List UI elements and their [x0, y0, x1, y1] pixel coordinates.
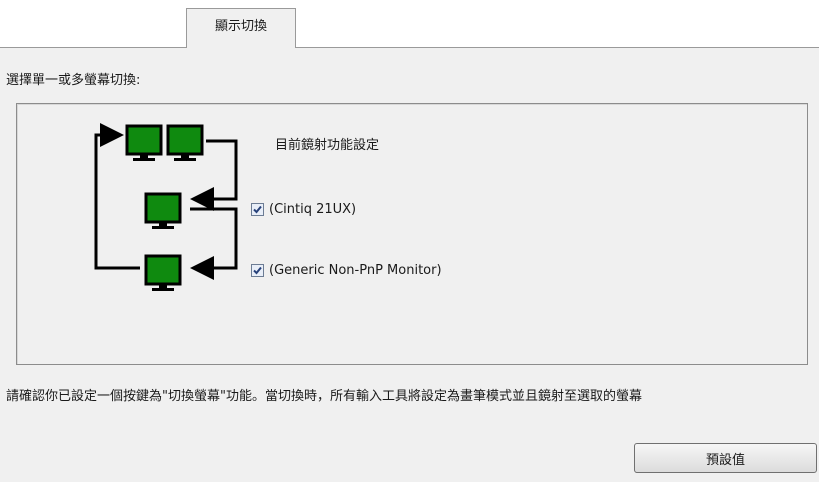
selection-prompt: 選擇單一或多螢幕切換: — [6, 73, 141, 88]
tab-display-toggle[interactable]: 顯示切換 — [186, 8, 296, 48]
generic-monitor-checkbox[interactable] — [251, 264, 264, 277]
monitor-label: (Generic Non-PnP Monitor) — [269, 263, 442, 278]
monitor-option-generic[interactable]: (Generic Non-PnP Monitor) — [251, 263, 442, 278]
current-mirroring-label: 目前鏡射功能設定 — [275, 138, 380, 153]
cintiq-checkbox[interactable] — [251, 203, 264, 216]
monitor-option-cintiq[interactable]: (Cintiq 21UX) — [251, 202, 356, 217]
check-icon — [253, 266, 262, 275]
tab-label: 顯示切換 — [214, 19, 267, 34]
check-icon — [253, 205, 262, 214]
monitor-label: (Cintiq 21UX) — [269, 202, 357, 217]
tab-strip: 顯示切換 — [0, 0, 819, 48]
tab-join — [187, 46, 295, 49]
default-button-label: 預設值 — [705, 452, 745, 468]
monitor-group-box — [16, 103, 808, 365]
default-button[interactable]: 預設值 — [634, 443, 817, 473]
instruction-note: 請確認你已設定一個按鍵為"切換螢幕"功能。當切換時，所有輸入工具將設定為畫筆模式… — [6, 389, 642, 404]
